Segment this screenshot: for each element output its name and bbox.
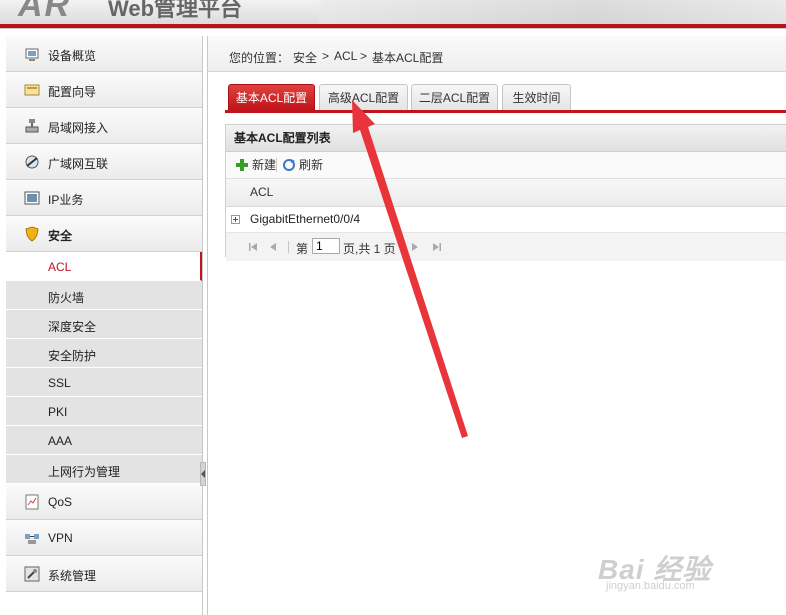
sidebar-item-label: IP业务 bbox=[48, 193, 84, 207]
next-page-icon[interactable] bbox=[410, 242, 420, 252]
sidebar-item-security[interactable]: 安全 bbox=[6, 216, 202, 252]
tab-effective-time[interactable]: 生效时间 bbox=[502, 84, 571, 110]
app-header: AR Web管理平台 bbox=[0, 0, 786, 24]
new-button[interactable]: 新建 bbox=[235, 157, 277, 173]
sidebar-item-label: 局域网接入 bbox=[48, 121, 109, 135]
watermark: Bai 经验 jingyan.baidu.com bbox=[598, 548, 711, 592]
new-button-label: 新建 bbox=[252, 158, 277, 172]
sidebar-subitem-ssl[interactable]: SSL bbox=[6, 368, 202, 397]
last-page-icon[interactable] bbox=[432, 242, 442, 252]
lan-icon bbox=[25, 119, 39, 133]
sidebar-subitem-deep-security[interactable]: 深度安全 bbox=[6, 310, 202, 339]
expand-icon[interactable] bbox=[231, 215, 240, 224]
sidebar-item-label: VPN bbox=[48, 531, 73, 545]
breadcrumb: 您的位置： 安全 > ACL > 基本ACL配置 bbox=[208, 36, 786, 72]
ip-icon bbox=[24, 191, 40, 205]
app-title: Web管理平台 bbox=[108, 0, 243, 21]
wan-icon bbox=[25, 155, 39, 169]
sidebar-item-lan[interactable]: 局域网接入 bbox=[6, 108, 202, 144]
pager-separator bbox=[288, 241, 289, 253]
refresh-button[interactable]: 刷新 bbox=[282, 157, 326, 173]
tab-layer2-acl[interactable]: 二层ACL配置 bbox=[411, 84, 498, 110]
sidebar-item-label: 配置向导 bbox=[48, 85, 97, 99]
shield-icon bbox=[25, 226, 39, 242]
page-total-text: 页,共 1 页 bbox=[343, 242, 396, 256]
page-number-input[interactable] bbox=[312, 238, 340, 254]
system-icon bbox=[24, 566, 40, 582]
tab-basic-acl[interactable]: 基本ACL配置 bbox=[228, 84, 315, 110]
pagination-bar: 第 页,共 1 页 bbox=[226, 233, 786, 261]
breadcrumb-link-security[interactable]: 安全 bbox=[293, 49, 317, 66]
header-decoration bbox=[300, 0, 786, 24]
breadcrumb-separator: > bbox=[360, 49, 368, 63]
sidebar-item-vpn[interactable]: VPN bbox=[6, 520, 202, 556]
sidebar-item-qos[interactable]: QoS bbox=[6, 484, 202, 520]
acl-cell: GigabitEthernet0/0/4 bbox=[250, 212, 361, 226]
refresh-icon bbox=[283, 159, 295, 171]
sidebar-item-label: 安全 bbox=[48, 229, 73, 243]
app-logo: AR bbox=[18, 0, 72, 24]
sidebar-subitem-internet-behavior[interactable]: 上网行为管理 bbox=[6, 455, 202, 484]
plus-icon bbox=[236, 159, 248, 171]
sidebar-item-label: 设备概览 bbox=[48, 49, 97, 63]
header-divider bbox=[0, 28, 786, 36]
sidebar-subitem-label: PKI bbox=[48, 405, 68, 419]
sidebar-subitem-label: 安全防护 bbox=[48, 349, 97, 363]
sidebar-nav: 设备概览 配置向导 局域网接入 广域网互联 IP业务 安全 ACL 防火墙 深度… bbox=[6, 36, 203, 615]
refresh-button-label: 刷新 bbox=[299, 158, 324, 172]
sidebar-item-label: QoS bbox=[48, 495, 73, 509]
vpn-icon bbox=[25, 534, 39, 544]
toolbar-separator bbox=[276, 158, 277, 172]
sidebar-subitem-label: ACL bbox=[48, 260, 72, 274]
column-header-acl[interactable]: ACL bbox=[250, 179, 273, 206]
pager-separator bbox=[402, 241, 403, 253]
panel-toolbar: 新建 刷新 bbox=[226, 152, 786, 179]
sidebar-item-device-overview[interactable]: 设备概览 bbox=[6, 36, 202, 72]
acl-list-panel: 基本ACL配置列表 新建 刷新 ACL GigabitEthernet0/0/4 bbox=[225, 124, 786, 261]
tab-advanced-acl[interactable]: 高级ACL配置 bbox=[319, 84, 408, 110]
qos-icon bbox=[25, 494, 39, 510]
sidebar-item-label: 广域网互联 bbox=[48, 157, 109, 171]
table-row[interactable]: GigabitEthernet0/0/4 bbox=[226, 207, 786, 233]
sidebar-subitem-security-protection[interactable]: 安全防护 bbox=[6, 339, 202, 368]
sidebar-subitem-label: 深度安全 bbox=[48, 320, 97, 334]
wizard-icon bbox=[24, 84, 40, 96]
panel-title: 基本ACL配置列表 bbox=[226, 125, 786, 152]
tab-underline bbox=[225, 110, 786, 113]
breadcrumb-prefix: 您的位置： bbox=[229, 51, 290, 65]
sidebar-subitem-acl[interactable]: ACL bbox=[6, 252, 202, 281]
prev-page-icon[interactable] bbox=[268, 242, 278, 252]
sidebar-subitem-label: 防火墙 bbox=[48, 291, 85, 305]
sidebar-subitem-label: 上网行为管理 bbox=[48, 465, 121, 479]
sidebar-subitem-label: AAA bbox=[48, 434, 73, 448]
sidebar-subitem-aaa[interactable]: AAA bbox=[6, 426, 202, 455]
sidebar-subitem-firewall[interactable]: 防火墙 bbox=[6, 281, 202, 310]
page-prefix: 第 bbox=[296, 242, 309, 256]
watermark-url: jingyan.baidu.com bbox=[606, 580, 695, 592]
sidebar-item-wan[interactable]: 广域网互联 bbox=[6, 144, 202, 180]
grid-header: ACL bbox=[226, 179, 786, 207]
sidebar-collapse-handle[interactable] bbox=[200, 462, 206, 486]
device-overview-icon bbox=[25, 48, 39, 61]
sidebar-item-label: 系统管理 bbox=[48, 569, 97, 583]
sidebar-item-wizard[interactable]: 配置向导 bbox=[6, 72, 202, 108]
breadcrumb-separator: > bbox=[322, 49, 330, 63]
sidebar-item-system[interactable]: 系统管理 bbox=[6, 556, 202, 592]
sidebar-subitem-label: SSL bbox=[48, 376, 71, 390]
main-content: 您的位置： 安全 > ACL > 基本ACL配置 基本ACL配置 高级ACL配置… bbox=[207, 36, 786, 615]
first-page-icon[interactable] bbox=[248, 242, 258, 252]
breadcrumb-current: 基本ACL配置 bbox=[372, 51, 444, 65]
sidebar-subitem-pki[interactable]: PKI bbox=[6, 397, 202, 426]
breadcrumb-link-acl[interactable]: ACL bbox=[334, 49, 357, 63]
sidebar-item-ip[interactable]: IP业务 bbox=[6, 180, 202, 216]
